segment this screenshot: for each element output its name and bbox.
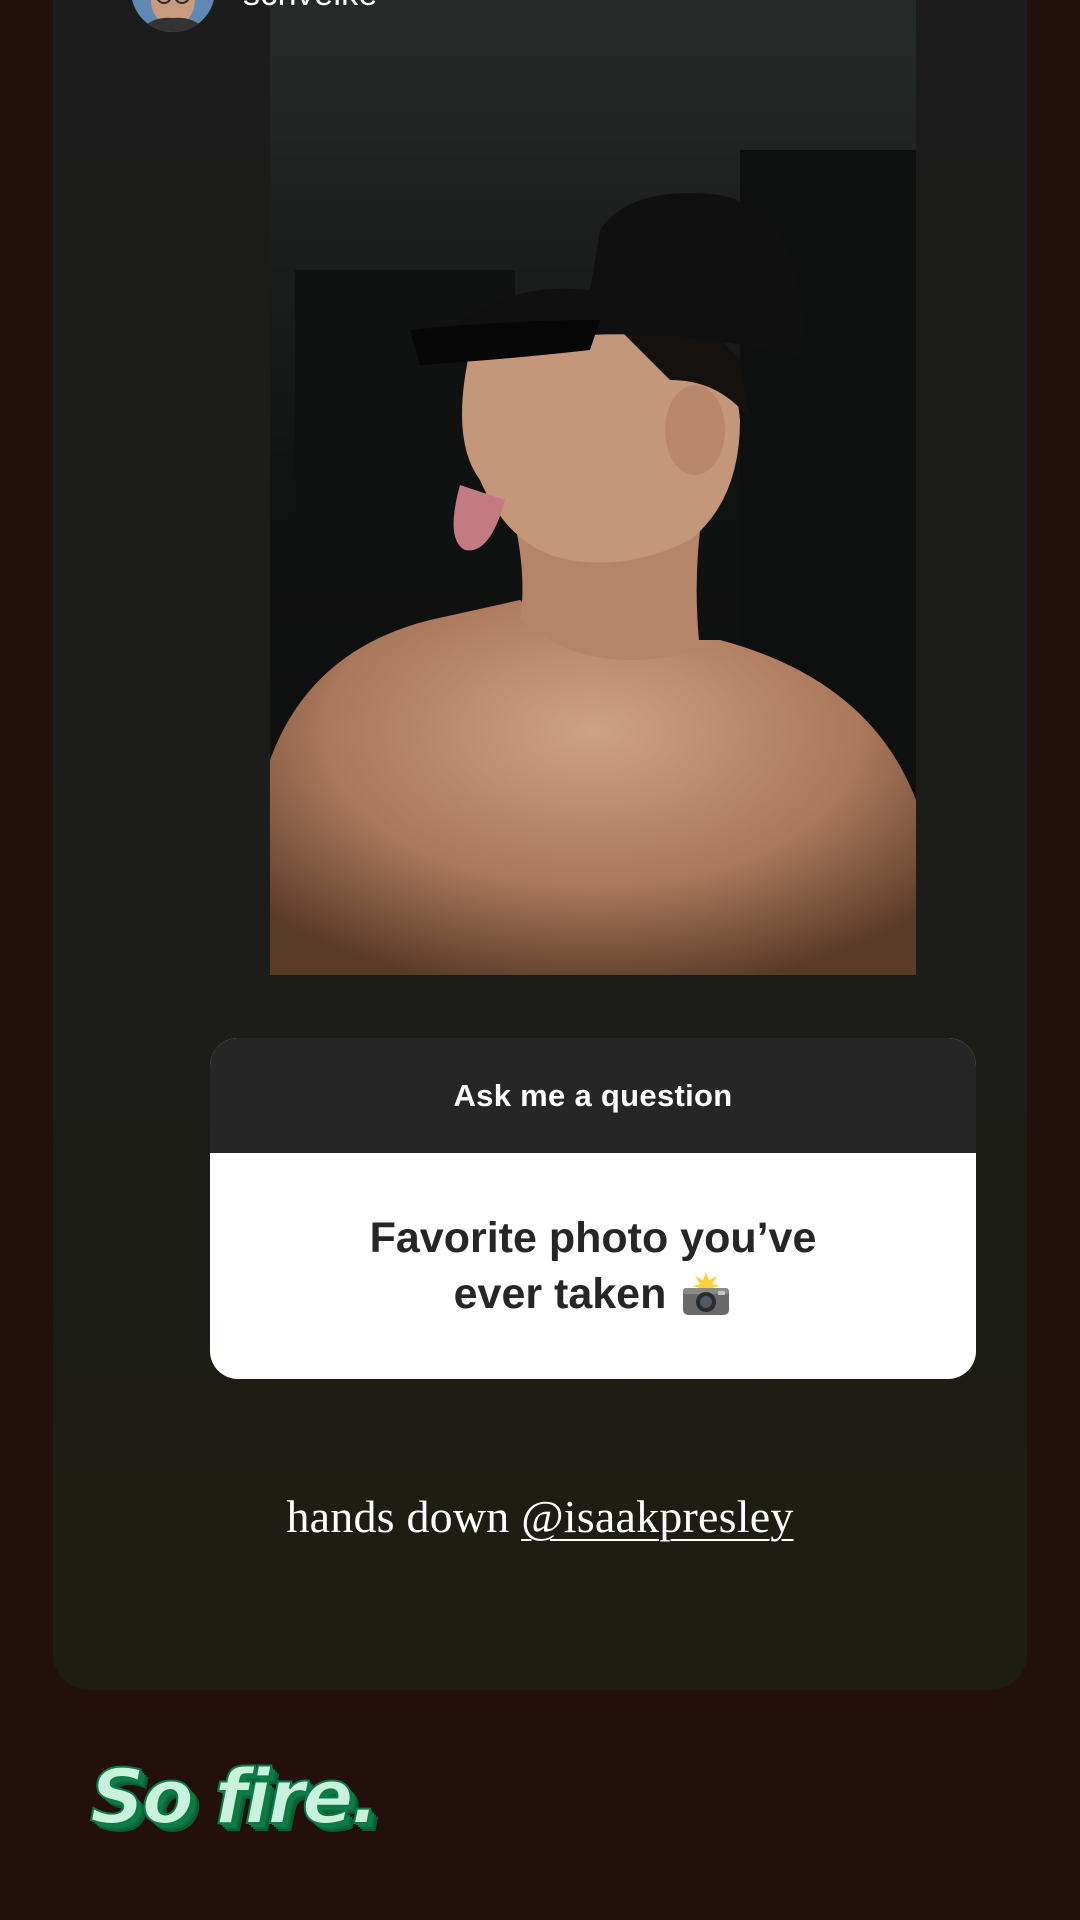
question-sticker-header: Ask me a question — [210, 1038, 976, 1153]
reply-text: hands down @isaakpresley — [53, 1490, 1027, 1543]
question-text: Favorite photo you’ve ever taken — [210, 1153, 976, 1379]
story-photo — [270, 0, 916, 975]
reply-prefix: hands down — [286, 1491, 522, 1542]
mention-link[interactable]: @isaakpresley — [521, 1491, 793, 1542]
username[interactable]: schvelke — [243, 0, 378, 14]
caption-text: So fire. — [89, 1751, 380, 1842]
story-header: schvelke — [131, 0, 378, 32]
story-card[interactable]: Ask me a question Favorite photo you’ve … — [53, 0, 1027, 1690]
question-sticker[interactable]: Ask me a question Favorite photo you’ve … — [210, 1038, 976, 1379]
profile-avatar[interactable] — [131, 0, 215, 32]
question-line-1: Favorite photo you’ve — [369, 1214, 817, 1262]
camera-with-flash-icon — [680, 1272, 732, 1316]
question-line-2: ever taken — [453, 1270, 667, 1318]
